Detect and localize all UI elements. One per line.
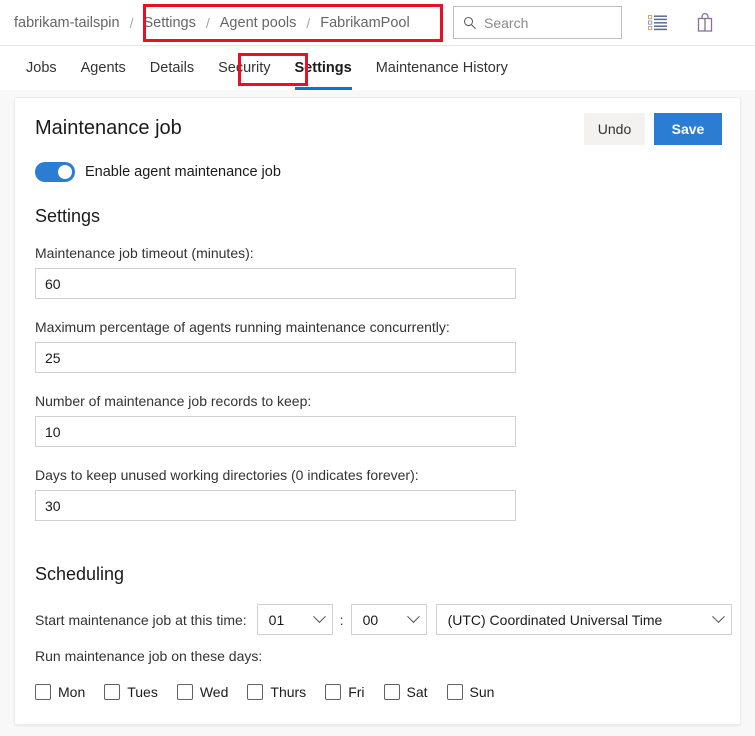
checkbox-icon[interactable] bbox=[104, 684, 120, 700]
days-keep-working-directories-label: Days to keep unused working directories … bbox=[35, 467, 516, 483]
scheduling-section-heading: Scheduling bbox=[35, 564, 124, 585]
checkbox-icon[interactable] bbox=[447, 684, 463, 700]
checkbox-icon[interactable] bbox=[177, 684, 193, 700]
day-checkbox-fri[interactable]: Fri bbox=[325, 684, 364, 700]
tab-details[interactable]: Details bbox=[138, 46, 206, 90]
maintenance-job-timeout-label: Maintenance job timeout (minutes): bbox=[35, 245, 516, 261]
day-checkbox-sat[interactable]: Sat bbox=[384, 684, 428, 700]
enable-maintenance-job-label: Enable agent maintenance job bbox=[85, 164, 281, 180]
tab-label: Details bbox=[150, 60, 194, 76]
start-hour-dropdown[interactable]: 01 bbox=[257, 604, 333, 635]
tab-label: Settings bbox=[295, 60, 352, 76]
chevron-down-icon bbox=[712, 610, 725, 623]
day-checkbox-mon[interactable]: Mon bbox=[35, 684, 85, 700]
days-checkbox-group: Mon Tues Wed Thurs Fri bbox=[35, 684, 513, 700]
start-hour-value: 01 bbox=[269, 612, 285, 628]
start-time-row: Start maintenance job at this time: 01 :… bbox=[35, 604, 732, 635]
max-percentage-agents-field: Maximum percentage of agents running mai… bbox=[35, 319, 516, 373]
search-icon bbox=[463, 16, 477, 30]
day-label: Wed bbox=[200, 684, 229, 700]
records-to-keep-field: Number of maintenance job records to kee… bbox=[35, 393, 516, 447]
checkbox-icon[interactable] bbox=[247, 684, 263, 700]
records-to-keep-input[interactable] bbox=[35, 416, 516, 447]
enable-maintenance-job-row: Enable agent maintenance job bbox=[35, 162, 281, 182]
main-content-card: Maintenance job Undo Save Enable agent m… bbox=[14, 97, 741, 725]
tab-settings[interactable]: Settings bbox=[283, 46, 364, 90]
settings-section-heading: Settings bbox=[35, 206, 100, 227]
chevron-down-icon bbox=[407, 610, 420, 623]
tab-bar: Jobs Agents Details Security Settings Ma… bbox=[0, 46, 755, 90]
days-keep-working-directories-input[interactable] bbox=[35, 490, 516, 521]
tab-label: Maintenance History bbox=[376, 60, 508, 76]
start-minute-value: 00 bbox=[363, 612, 379, 628]
timezone-value: (UTC) Coordinated Universal Time bbox=[448, 612, 663, 628]
days-keep-working-directories-field: Days to keep unused working directories … bbox=[35, 467, 516, 521]
start-time-label: Start maintenance job at this time: bbox=[35, 612, 247, 628]
tab-label: Jobs bbox=[26, 60, 57, 76]
page-title: Maintenance job bbox=[35, 117, 182, 140]
checkbox-icon[interactable] bbox=[325, 684, 341, 700]
day-label: Thurs bbox=[270, 684, 306, 700]
top-navigation-bar: fabrikam-tailspin / Settings / Agent poo… bbox=[0, 0, 755, 46]
tab-list: Jobs Agents Details Security Settings Ma… bbox=[14, 46, 520, 90]
tab-label: Agents bbox=[81, 60, 126, 76]
toggle-knob bbox=[58, 165, 72, 179]
maintenance-job-timeout-field: Maintenance job timeout (minutes): bbox=[35, 245, 516, 299]
start-minute-dropdown[interactable]: 00 bbox=[351, 604, 427, 635]
tab-label: Security bbox=[218, 60, 270, 76]
max-percentage-agents-label: Maximum percentage of agents running mai… bbox=[35, 319, 516, 335]
breadcrumb-item-settings[interactable]: Settings bbox=[134, 15, 204, 31]
search-input[interactable]: Search bbox=[453, 6, 622, 39]
max-percentage-agents-input[interactable] bbox=[35, 342, 516, 373]
chevron-down-icon bbox=[313, 610, 326, 623]
day-checkbox-thurs[interactable]: Thurs bbox=[247, 684, 306, 700]
day-label: Sun bbox=[470, 684, 495, 700]
timezone-dropdown[interactable]: (UTC) Coordinated Universal Time bbox=[436, 604, 732, 635]
time-separator: : bbox=[333, 612, 351, 628]
day-checkbox-wed[interactable]: Wed bbox=[177, 684, 229, 700]
breadcrumb-item-fabrikampool[interactable]: FabrikamPool bbox=[311, 15, 418, 31]
day-label: Sat bbox=[407, 684, 428, 700]
breadcrumb-item-agent-pools[interactable]: Agent pools bbox=[211, 15, 306, 31]
tasks-icon[interactable] bbox=[645, 10, 671, 36]
undo-button[interactable]: Undo bbox=[584, 113, 645, 145]
checkbox-icon[interactable] bbox=[35, 684, 51, 700]
marketplace-bag-icon[interactable] bbox=[692, 10, 718, 36]
run-on-days-label: Run maintenance job on these days: bbox=[35, 648, 262, 664]
app-root: fabrikam-tailspin / Settings / Agent poo… bbox=[0, 0, 755, 736]
records-to-keep-label: Number of maintenance job records to kee… bbox=[35, 393, 516, 409]
day-label: Fri bbox=[348, 684, 364, 700]
day-checkbox-sun[interactable]: Sun bbox=[447, 684, 495, 700]
tab-maintenance-history[interactable]: Maintenance History bbox=[364, 46, 520, 90]
tab-security[interactable]: Security bbox=[206, 46, 282, 90]
checkbox-icon[interactable] bbox=[384, 684, 400, 700]
breadcrumb: fabrikam-tailspin / Settings / Agent poo… bbox=[14, 0, 419, 46]
tab-jobs[interactable]: Jobs bbox=[14, 46, 69, 90]
maintenance-job-timeout-input[interactable] bbox=[35, 268, 516, 299]
save-button[interactable]: Save bbox=[654, 113, 722, 145]
day-label: Tues bbox=[127, 684, 158, 700]
day-label: Mon bbox=[58, 684, 85, 700]
tab-agents[interactable]: Agents bbox=[69, 46, 138, 90]
day-checkbox-tues[interactable]: Tues bbox=[104, 684, 158, 700]
breadcrumb-item-organization[interactable]: fabrikam-tailspin bbox=[14, 15, 129, 31]
enable-maintenance-job-toggle[interactable] bbox=[35, 162, 75, 182]
search-placeholder: Search bbox=[484, 15, 528, 31]
